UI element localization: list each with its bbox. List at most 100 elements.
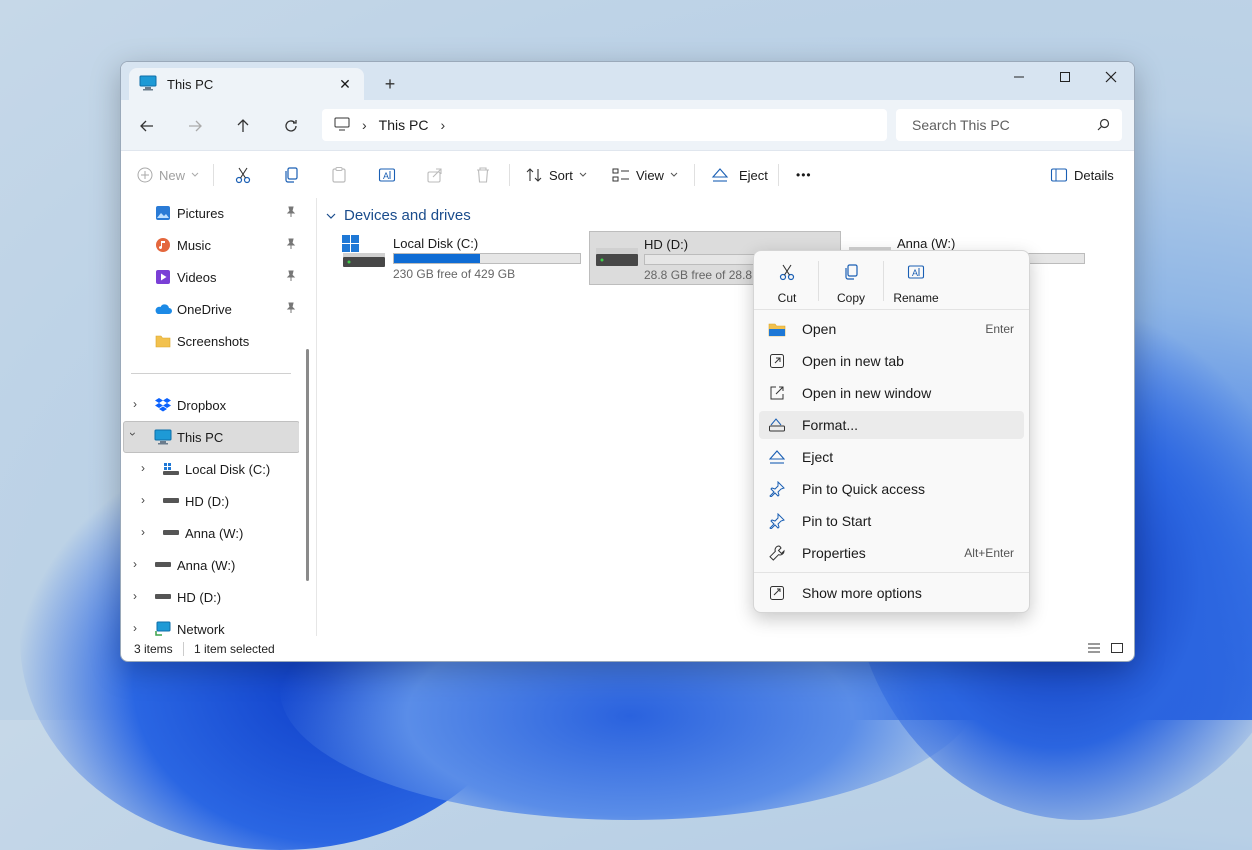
chevron-down-icon [191,172,199,177]
sidebar-item-music[interactable]: Music [154,233,211,257]
sidebar-item-dropbox[interactable]: Dropbox [154,393,226,417]
drive-tile-c[interactable]: Local Disk (C:) 230 GB free of 429 GB [339,231,589,283]
status-item-count: 3 items [134,642,173,656]
search-icon[interactable] [1097,118,1110,134]
sidebar-item-screenshots[interactable]: Screenshots [154,329,249,353]
group-header-devices[interactable]: Devices and drives [326,207,471,224]
sidebar-scroll-thumb[interactable] [306,349,309,581]
tab-this-pc[interactable]: This PC ✕ [129,68,364,101]
chevron-right-icon[interactable]: › [133,589,137,603]
details-pane-icon [1050,168,1068,182]
menu-item-format[interactable]: Format... [759,411,1024,439]
sidebar-item-hd-d[interactable]: HD (D:) [162,489,229,513]
sidebar-item-label: This PC [177,429,224,445]
share-button[interactable] [426,164,444,186]
rename-button[interactable]: A [378,164,396,186]
context-cut-button[interactable]: Cut [757,261,817,307]
sort-button[interactable]: Sort [525,164,587,186]
command-bar: New A Sort View Eject ••• Details [121,150,1134,199]
search-box[interactable] [896,109,1122,141]
paste-button[interactable] [330,164,348,186]
toolbar-divider [694,164,695,186]
new-button[interactable]: New [137,164,199,186]
menu-item-open[interactable]: Open Enter [759,315,1024,343]
menu-item-show-more-options[interactable]: Show more options [759,579,1024,607]
sidebar-item-anna-w-root[interactable]: Anna (W:) [154,553,235,577]
minimize-button[interactable] [996,62,1042,92]
refresh-button[interactable] [279,114,303,138]
new-label: New [159,167,186,183]
pin-icon[interactable] [285,270,297,285]
delete-button[interactable] [474,164,492,186]
navigation-pane: Pictures Music Videos OneDrive Screensho… [121,198,316,637]
new-tab-icon [766,353,788,369]
address-field[interactable]: › This PC › [322,109,887,141]
group-title: Devices and drives [344,207,471,224]
menu-item-properties[interactable]: Properties Alt+Enter [759,539,1024,567]
up-button[interactable] [231,114,255,138]
chevron-right-icon[interactable]: › [133,557,137,571]
sidebar-item-label: Pictures [177,205,224,221]
menu-item-pin-start[interactable]: Pin to Start [759,507,1024,535]
chevron-down-icon[interactable]: › [126,432,140,436]
refresh-icon [285,120,297,132]
maximize-button[interactable] [1042,62,1088,92]
details-button[interactable]: Details [1050,164,1114,186]
menu-item-eject[interactable]: Eject [759,443,1024,471]
menu-divider [754,309,1029,310]
new-tab-button[interactable]: + [379,73,401,95]
sidebar-item-label: Videos [177,269,217,285]
sidebar-item-pictures[interactable]: Pictures [154,201,224,225]
more-options-button[interactable]: ••• [796,164,812,186]
sidebar-item-local-disk-c[interactable]: Local Disk (C:) [162,457,270,481]
sidebar-item-anna-w[interactable]: Anna (W:) [162,521,243,545]
menu-item-label: Open in new tab [802,353,904,369]
tiles-view-icon[interactable] [1110,642,1124,657]
chevron-right-icon[interactable]: › [141,461,145,475]
minimize-icon [1014,76,1024,78]
pin-icon[interactable] [285,206,297,221]
copy-button[interactable] [282,164,300,186]
back-button[interactable] [135,114,159,138]
menu-item-label: Properties [802,545,866,561]
pin-icon [766,481,788,497]
sidebar-item-videos[interactable]: Videos [154,265,217,289]
menu-item-open-new-tab[interactable]: Open in new tab [759,347,1024,375]
details-view-icon[interactable] [1087,642,1101,657]
menu-item-open-new-window[interactable]: Open in new window [759,379,1024,407]
context-rename-button[interactable]: A Rename [886,261,946,307]
eject-button[interactable]: Eject [711,164,768,186]
status-bar: 3 items 1 item selected [121,637,1134,661]
cut-button[interactable] [234,164,252,186]
pin-icon[interactable] [285,302,297,317]
chevron-right-icon[interactable]: › [133,621,137,635]
eject-icon [766,449,788,465]
menu-item-pin-quick-access[interactable]: Pin to Quick access [759,475,1024,503]
forward-button[interactable] [183,114,207,138]
tab-title: This PC [167,77,214,92]
chevron-right-icon[interactable]: › [141,493,145,507]
menu-item-shortcut: Enter [985,322,1014,336]
chevron-right-icon[interactable]: › [440,117,445,133]
sidebar-item-hd-d-root[interactable]: HD (D:) [154,585,221,609]
drive-icon [154,556,172,574]
context-copy-button[interactable]: Copy [821,261,881,307]
menu-item-label: Format... [802,417,859,433]
chevron-right-icon[interactable]: › [133,397,137,411]
chevron-right-icon[interactable]: › [141,525,145,539]
breadcrumb-this-pc[interactable]: This PC [379,117,429,133]
sidebar-item-this-pc[interactable]: This PC [154,425,223,449]
close-window-button[interactable] [1088,62,1134,92]
close-tab-icon[interactable]: ✕ [336,75,354,93]
chevron-down-icon [579,172,587,177]
drive-usage-fill [394,254,480,263]
sidebar-item-onedrive[interactable]: OneDrive [154,297,232,321]
view-button[interactable]: View [612,164,678,186]
pin-icon[interactable] [285,238,297,253]
search-input[interactable] [910,116,1094,134]
sidebar-item-label: HD (D:) [185,493,230,509]
context-menu: Cut Copy A Rename Open Enter Open in new… [753,250,1030,613]
pictures-icon [154,204,172,222]
arrow-left-icon [140,120,153,132]
paste-icon [332,167,346,183]
